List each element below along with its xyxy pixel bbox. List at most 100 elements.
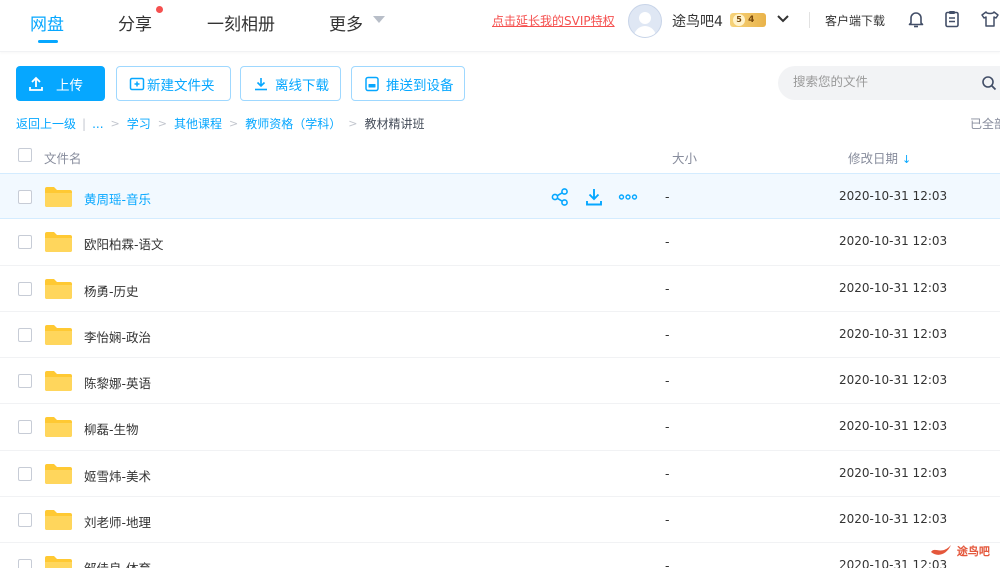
device-icon <box>365 76 379 91</box>
table-row[interactable]: 黄周瑶-音乐 - 2020-10-31 12:03 <box>0 173 1000 220</box>
file-size: - <box>665 189 670 204</box>
tab-more[interactable]: 更多 <box>329 10 363 35</box>
file-name[interactable]: 姬雪炜-美术 <box>84 466 151 485</box>
folder-icon <box>45 463 72 484</box>
file-name[interactable]: 李怡娴-政治 <box>84 327 151 346</box>
table-row[interactable]: 刘老师-地理 - 2020-10-31 12:03 <box>0 497 1000 544</box>
notification-dot <box>156 6 163 13</box>
row-checkbox[interactable] <box>18 559 32 568</box>
file-date: 2020-10-31 12:03 <box>839 373 948 388</box>
breadcrumb-chevron-icon: > <box>228 117 239 130</box>
file-name[interactable]: 欧阳柏霖-语文 <box>84 234 164 253</box>
breadcrumb-ellipsis[interactable]: ... <box>92 117 103 131</box>
bell-icon[interactable] <box>906 9 926 29</box>
row-checkbox[interactable] <box>18 327 32 342</box>
watermark-logo: 途鸟吧 <box>929 542 990 559</box>
breadcrumb-item-teacher-cert[interactable]: 教师资格（学科） <box>245 115 341 132</box>
user-menu-chevron-icon[interactable] <box>776 12 790 30</box>
table-row[interactable]: 陈黎娜-英语 - 2020-10-31 12:03 <box>0 358 1000 405</box>
bird-logo-icon <box>931 545 951 555</box>
new-folder-button[interactable]: 新建文件夹 <box>116 66 231 101</box>
table-row[interactable]: 杨勇-历史 - 2020-10-31 12:03 <box>0 266 1000 312</box>
table-row[interactable]: 姬雪炜-美术 - 2020-10-31 12:03 <box>0 451 1000 498</box>
file-date: 2020-10-31 12:03 <box>839 465 948 480</box>
file-name[interactable]: 杨勇-历史 <box>84 281 139 300</box>
loaded-status: 已全部 <box>970 117 1000 131</box>
folder-icon <box>45 324 72 345</box>
tab-album[interactable]: 一刻相册 <box>207 10 275 35</box>
avatar[interactable] <box>628 4 662 38</box>
new-folder-label: 新建文件夹 <box>147 77 215 94</box>
row-checkbox[interactable] <box>18 235 32 250</box>
file-name[interactable]: 邹佳良-体育 <box>84 558 151 568</box>
column-header-modified[interactable]: 修改日期 ↓ <box>848 148 911 167</box>
row-checkbox[interactable] <box>18 420 32 435</box>
folder-icon <box>45 510 72 531</box>
breadcrumb-chevron-icon: > <box>110 117 120 130</box>
client-download-link[interactable]: 客户端下载 <box>825 12 885 29</box>
breadcrumb-chevron-icon: > <box>348 117 358 130</box>
column-header-size[interactable]: 大小 <box>672 148 697 167</box>
download-icon <box>255 77 267 90</box>
vip-level-coin: 5 <box>733 14 745 26</box>
upload-label: 上传 <box>56 77 83 94</box>
svip-renew-link[interactable]: 点击延长我的SVIP特权 <box>492 12 615 29</box>
file-size: - <box>665 465 670 481</box>
file-date: 2020-10-31 12:03 <box>839 280 948 295</box>
row-checkbox[interactable] <box>18 466 32 481</box>
row-checkbox[interactable] <box>18 513 32 528</box>
row-checkbox[interactable] <box>18 281 32 296</box>
row-actions <box>550 187 638 207</box>
username[interactable]: 途鸟吧4 <box>672 11 723 31</box>
offline-download-button[interactable]: 离线下载 <box>240 66 341 101</box>
row-checkbox[interactable] <box>18 190 32 204</box>
folder-icon <box>45 232 72 253</box>
file-list: 黄周瑶-音乐 - 2020-10-31 12:03 欧阳柏霖-语文 - 2020… <box>0 173 1000 568</box>
breadcrumb-current: 教材精讲班 <box>364 117 425 131</box>
folder-icon <box>45 556 72 568</box>
breadcrumb-item-other-courses[interactable]: 其他课程 <box>174 115 222 132</box>
file-size: - <box>665 373 670 389</box>
chevron-down-icon[interactable] <box>373 16 385 23</box>
file-name[interactable]: 黄周瑶-音乐 <box>84 189 151 208</box>
table-row[interactable]: 欧阳柏霖-语文 - 2020-10-31 12:03 <box>0 219 1000 266</box>
row-checkbox[interactable] <box>18 374 32 389</box>
select-all-checkbox[interactable] <box>18 148 32 162</box>
table-row[interactable]: 柳磊-生物 - 2020-10-31 12:03 <box>0 404 1000 451</box>
table-row[interactable]: 邹佳良-体育 - 2020-10-31 12:03 <box>0 543 1000 568</box>
upload-icon <box>29 76 43 91</box>
breadcrumb-back-link[interactable]: 返回上一级 <box>16 115 76 132</box>
breadcrumb: 返回上一级 | ... > 学习 > 其他课程 > 教师资格（学科） > 教材精… <box>16 115 424 132</box>
download-icon[interactable] <box>584 187 604 207</box>
file-size: - <box>665 419 670 435</box>
search-icon[interactable] <box>981 75 997 91</box>
file-date: 2020-10-31 12:03 <box>839 558 948 568</box>
shirt-icon[interactable] <box>980 9 1000 29</box>
breadcrumb-chevron-icon: > <box>157 117 167 130</box>
table-header: 文件名 大小 修改日期 ↓ <box>0 140 1000 172</box>
offline-download-label: 离线下载 <box>275 77 329 94</box>
upload-button[interactable]: 上传 <box>16 66 105 101</box>
tab-share[interactable]: 分享 <box>118 10 152 35</box>
more-options-icon[interactable] <box>618 187 638 207</box>
push-device-button[interactable]: 推送到设备 <box>351 66 465 101</box>
file-size: - <box>665 512 670 528</box>
vip-level-badge: 5 4 <box>730 13 766 27</box>
top-nav-bar: 网盘 分享 一刻相册 更多 点击延长我的SVIP特权 途鸟吧4 5 4 客户端下… <box>0 0 1000 52</box>
divider <box>809 12 810 28</box>
file-name[interactable]: 刘老师-地理 <box>84 512 151 531</box>
column-header-name[interactable]: 文件名 <box>44 148 82 167</box>
tab-netdisk[interactable]: 网盘 <box>30 10 64 35</box>
breadcrumb-item-study[interactable]: 学习 <box>127 115 151 132</box>
folder-icon <box>45 187 72 207</box>
watermark-text: 途鸟吧 <box>956 545 990 558</box>
clipboard-icon[interactable] <box>942 9 962 29</box>
column-header-modified-label: 修改日期 <box>848 151 899 166</box>
table-row[interactable]: 李怡娴-政治 - 2020-10-31 12:03 <box>0 312 1000 359</box>
file-name[interactable]: 柳磊-生物 <box>84 419 139 438</box>
file-name[interactable]: 陈黎娜-英语 <box>84 373 151 392</box>
search-input[interactable] <box>793 74 973 89</box>
file-date: 2020-10-31 12:03 <box>839 326 948 341</box>
vip-level-number: 4 <box>748 15 755 25</box>
share-icon[interactable] <box>550 187 570 207</box>
